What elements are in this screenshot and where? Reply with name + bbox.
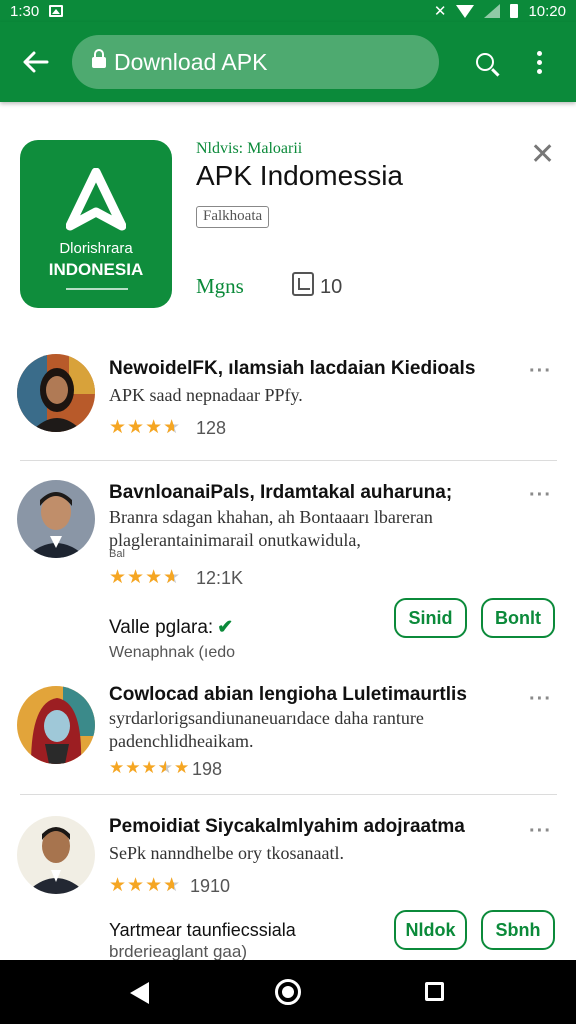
url-text: Download APK	[114, 48, 268, 75]
more-options-icon[interactable]: ···	[529, 820, 552, 843]
app-meta-label: Mgns	[196, 274, 244, 298]
review-title: BavnloanaiPals, Irdamtakal auharuna;	[109, 482, 453, 503]
review-item: Pemoidiat Siycakalmlyahim adojraatma SeP…	[0, 812, 576, 960]
more-options-icon[interactable]: ···	[529, 360, 552, 383]
app-logo-icon	[66, 168, 126, 231]
nav-recents-icon[interactable]	[425, 982, 444, 1001]
verify-label: Valle pglara: ✔	[109, 616, 233, 639]
review-action-button-2[interactable]: Sbnh	[481, 910, 555, 950]
review-action-button-1[interactable]: Nldok	[394, 910, 467, 950]
category-tag[interactable]: Falkhoata	[196, 206, 270, 228]
signal-icon	[484, 4, 501, 18]
review-count: 1910	[190, 876, 231, 896]
review-title: Cowlocad abian lengioha Luletimaurtlis	[109, 684, 467, 705]
size-value: 10	[320, 276, 343, 298]
review-item: Cowlocad abian lengioha Luletimaurtlis s…	[0, 680, 576, 788]
review-body: SePk nanndhelbe ory tkosanaatl.	[109, 843, 344, 863]
system-nav-bar	[0, 960, 576, 1024]
search-button[interactable]	[457, 22, 513, 102]
status-time-left: 1:30	[10, 2, 40, 20]
review-title: NewoidelFK, ılamsiah lacdaian Kiedioals	[109, 358, 476, 379]
status-left: 1:30	[10, 2, 64, 20]
developer-name[interactable]: Nldvis: Maloarii	[196, 140, 302, 158]
review-item: NewoidelFK, ılamsiah lacdaian Kiedioals …	[0, 352, 576, 457]
rating-stars: ★★★★ ★	[109, 417, 182, 438]
mute-icon: ✕	[433, 3, 447, 20]
image-notification-icon	[49, 5, 64, 17]
status-time-right: 10:20	[528, 2, 566, 20]
review-item: BavnloanaiPals, Irdamtakal auharuna; Bra…	[0, 476, 576, 676]
review-body-line1: syrdarlorigsandiunaneuarıdace daha rantu…	[109, 708, 424, 728]
divider	[20, 794, 557, 795]
review-title: Pemoidiat Siycakalmlyahim adojraatma	[109, 816, 465, 837]
lock-icon	[92, 49, 106, 73]
avatar	[17, 354, 95, 432]
review-body-line1: Branra sdagan khahan, ah Bontaaarı lbare…	[109, 507, 433, 527]
app-icon-line1: Dlorishrara	[59, 240, 133, 257]
divider	[20, 460, 557, 461]
review-action-button-2[interactable]: Bonlt	[481, 598, 555, 638]
search-icon	[476, 53, 494, 71]
more-vert-icon[interactable]	[519, 22, 559, 102]
status-bar: 1:30 ✕ 10:20	[0, 0, 576, 22]
app-icon-line2: INDONESIA	[48, 260, 144, 279]
verify-subtext: Wenaphnak (ıedo	[109, 644, 236, 661]
review-body-line2: padenchlidheaikam.	[109, 731, 254, 751]
wifi-icon	[456, 4, 475, 18]
rating-stars: ★★★★ ★	[109, 567, 182, 588]
check-icon: ✔	[217, 617, 234, 638]
size-icon	[292, 272, 314, 296]
review-count: 128	[196, 418, 227, 438]
browser-toolbar: Download APK	[0, 22, 576, 102]
review-count: 12:1K	[196, 568, 244, 588]
url-bar[interactable]: Download APK	[72, 35, 439, 89]
app-icon: Dlorishrara INDONESIA	[20, 140, 172, 308]
review-action-button-1[interactable]: Sinid	[394, 598, 467, 638]
review-body: APK saad nepnadaar PPfy.	[109, 385, 303, 405]
nav-home-icon[interactable]	[275, 979, 301, 1005]
status-right: ✕ 10:20	[433, 2, 566, 21]
verify-label-text: Valle pglara:	[109, 617, 214, 638]
more-options-icon[interactable]: ···	[529, 688, 552, 711]
nav-back-icon[interactable]	[130, 982, 149, 1004]
rating-stars: ★★★★★★	[109, 758, 191, 777]
app-title: APK Indomessia	[196, 160, 403, 191]
app-icon-underline	[66, 288, 128, 290]
avatar	[17, 816, 95, 894]
avatar	[17, 686, 95, 764]
close-icon[interactable]: ✕	[530, 140, 555, 170]
verify-subtext: brderieaglant gaa)	[109, 942, 247, 960]
app-header: Dlorishrara INDONESIA Nldvis: Maloarii A…	[0, 102, 576, 332]
review-count: 198	[192, 759, 223, 779]
more-options-icon[interactable]: ···	[529, 484, 552, 507]
battery-icon	[510, 4, 519, 18]
rating-stars: ★★★★ ★	[109, 875, 182, 896]
back-arrow-icon[interactable]	[0, 22, 72, 102]
review-body-line2: plaglerantainimarail onutkawidula,	[109, 530, 361, 550]
verify-label: Yartmear taunfiecssiala	[109, 920, 296, 940]
review-small-note: Bal	[109, 548, 125, 560]
avatar	[17, 480, 95, 558]
